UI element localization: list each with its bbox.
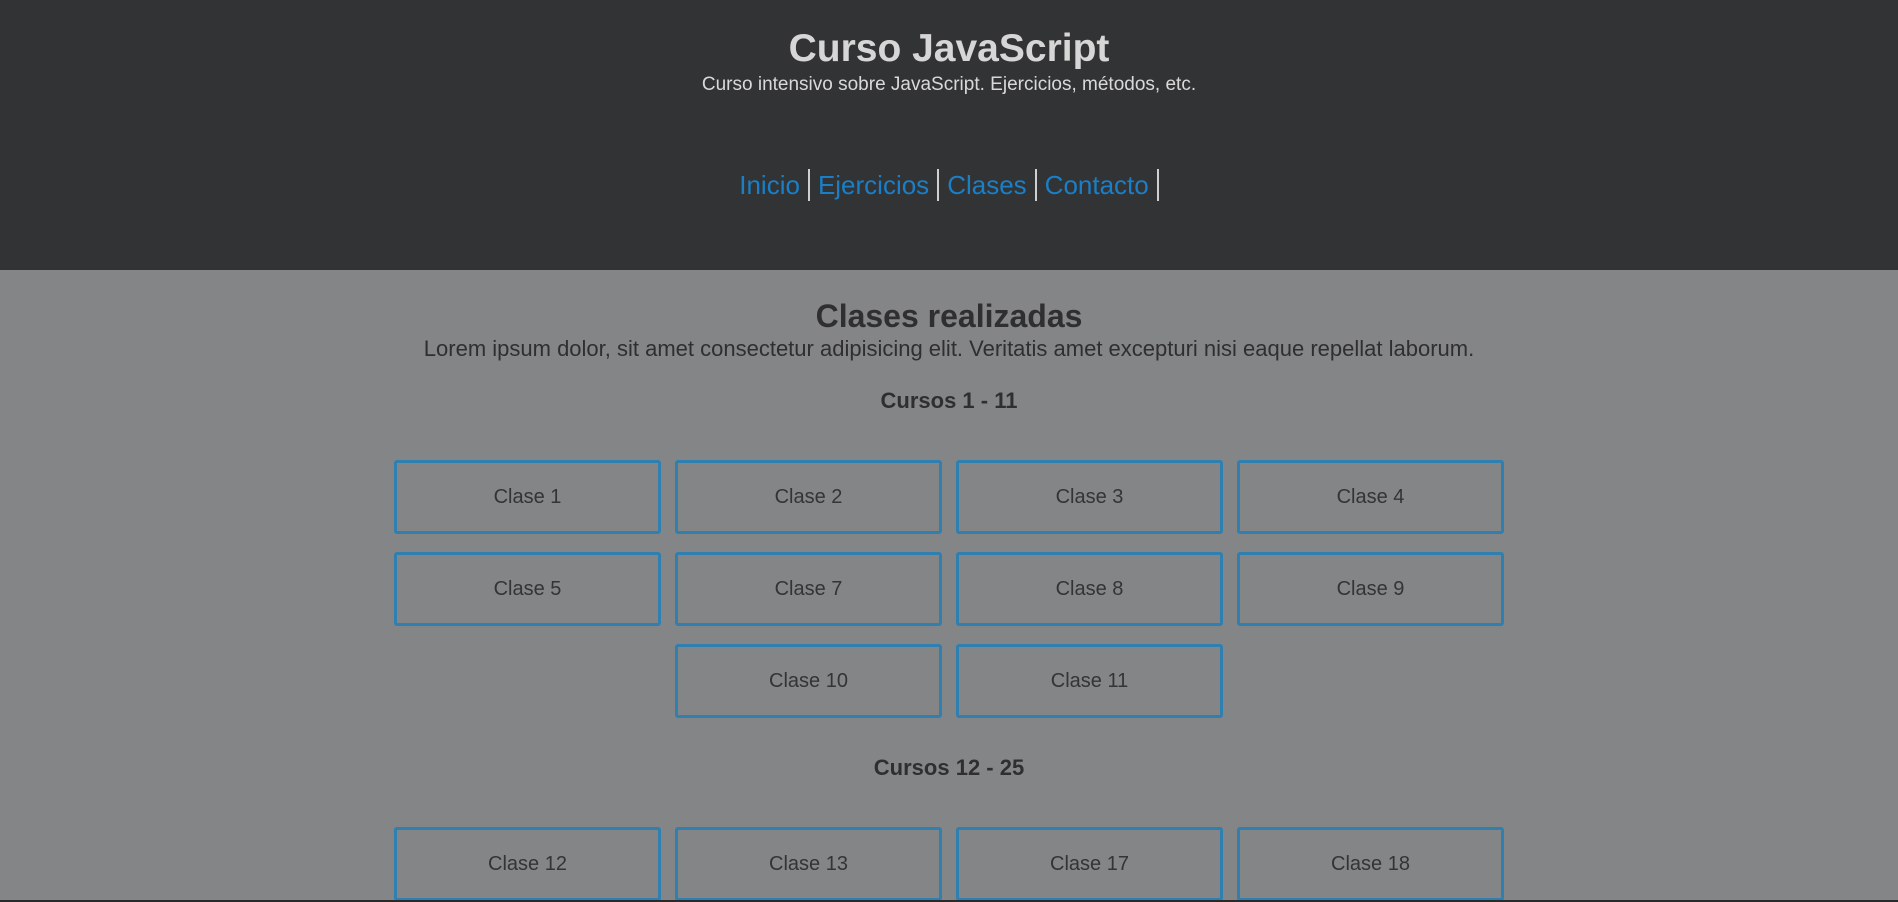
class-card[interactable]: Clase 18 bbox=[1237, 827, 1504, 901]
site-subtitle: Curso intensivo sobre JavaScript. Ejerci… bbox=[701, 74, 1197, 95]
class-card[interactable]: Clase 10 bbox=[675, 644, 942, 718]
class-card[interactable]: Clase 11 bbox=[956, 644, 1223, 718]
class-card[interactable]: Clase 17 bbox=[956, 827, 1223, 901]
class-card[interactable]: Clase 1 bbox=[394, 460, 661, 534]
nav-link-ejercicios[interactable]: Ejercicios bbox=[810, 169, 940, 201]
class-card[interactable]: Clase 4 bbox=[1237, 460, 1504, 534]
class-card[interactable]: Clase 7 bbox=[675, 552, 942, 626]
class-card[interactable]: Clase 12 bbox=[394, 827, 661, 901]
group-title-2: Cursos 12 - 25 bbox=[873, 755, 1025, 780]
nav-link-clases[interactable]: Clases bbox=[939, 169, 1037, 201]
class-card[interactable]: Clase 5 bbox=[394, 552, 661, 626]
class-card[interactable]: Clase 9 bbox=[1237, 552, 1504, 626]
class-card[interactable]: Clase 8 bbox=[956, 552, 1223, 626]
class-card[interactable]: Clase 13 bbox=[675, 827, 942, 901]
section-description: Lorem ipsum dolor, sit amet consectetur … bbox=[423, 336, 1475, 361]
site-title: Curso JavaScript bbox=[788, 27, 1110, 70]
class-grid-1: Clase 1 Clase 2 Clase 3 Clase 4 Clase 5 … bbox=[387, 460, 1511, 718]
class-card[interactable]: Clase 2 bbox=[675, 460, 942, 534]
group-title-1: Cursos 1 - 11 bbox=[880, 388, 1018, 413]
class-card[interactable]: Clase 3 bbox=[956, 460, 1223, 534]
section-title: Clases realizadas bbox=[815, 298, 1083, 334]
page: Curso JavaScript Curso intensivo sobre J… bbox=[0, 0, 1898, 902]
main-content: Clases realizadas Lorem ipsum dolor, sit… bbox=[0, 270, 1898, 901]
nav-link-inicio[interactable]: Inicio bbox=[739, 169, 810, 201]
nav-link-contacto[interactable]: Contacto bbox=[1037, 169, 1159, 201]
class-grid-2: Clase 12 Clase 13 Clase 17 Clase 18 bbox=[387, 827, 1511, 901]
main-nav: Inicio Ejercicios Clases Contacto bbox=[0, 169, 1898, 201]
site-header: Curso JavaScript Curso intensivo sobre J… bbox=[0, 0, 1898, 270]
